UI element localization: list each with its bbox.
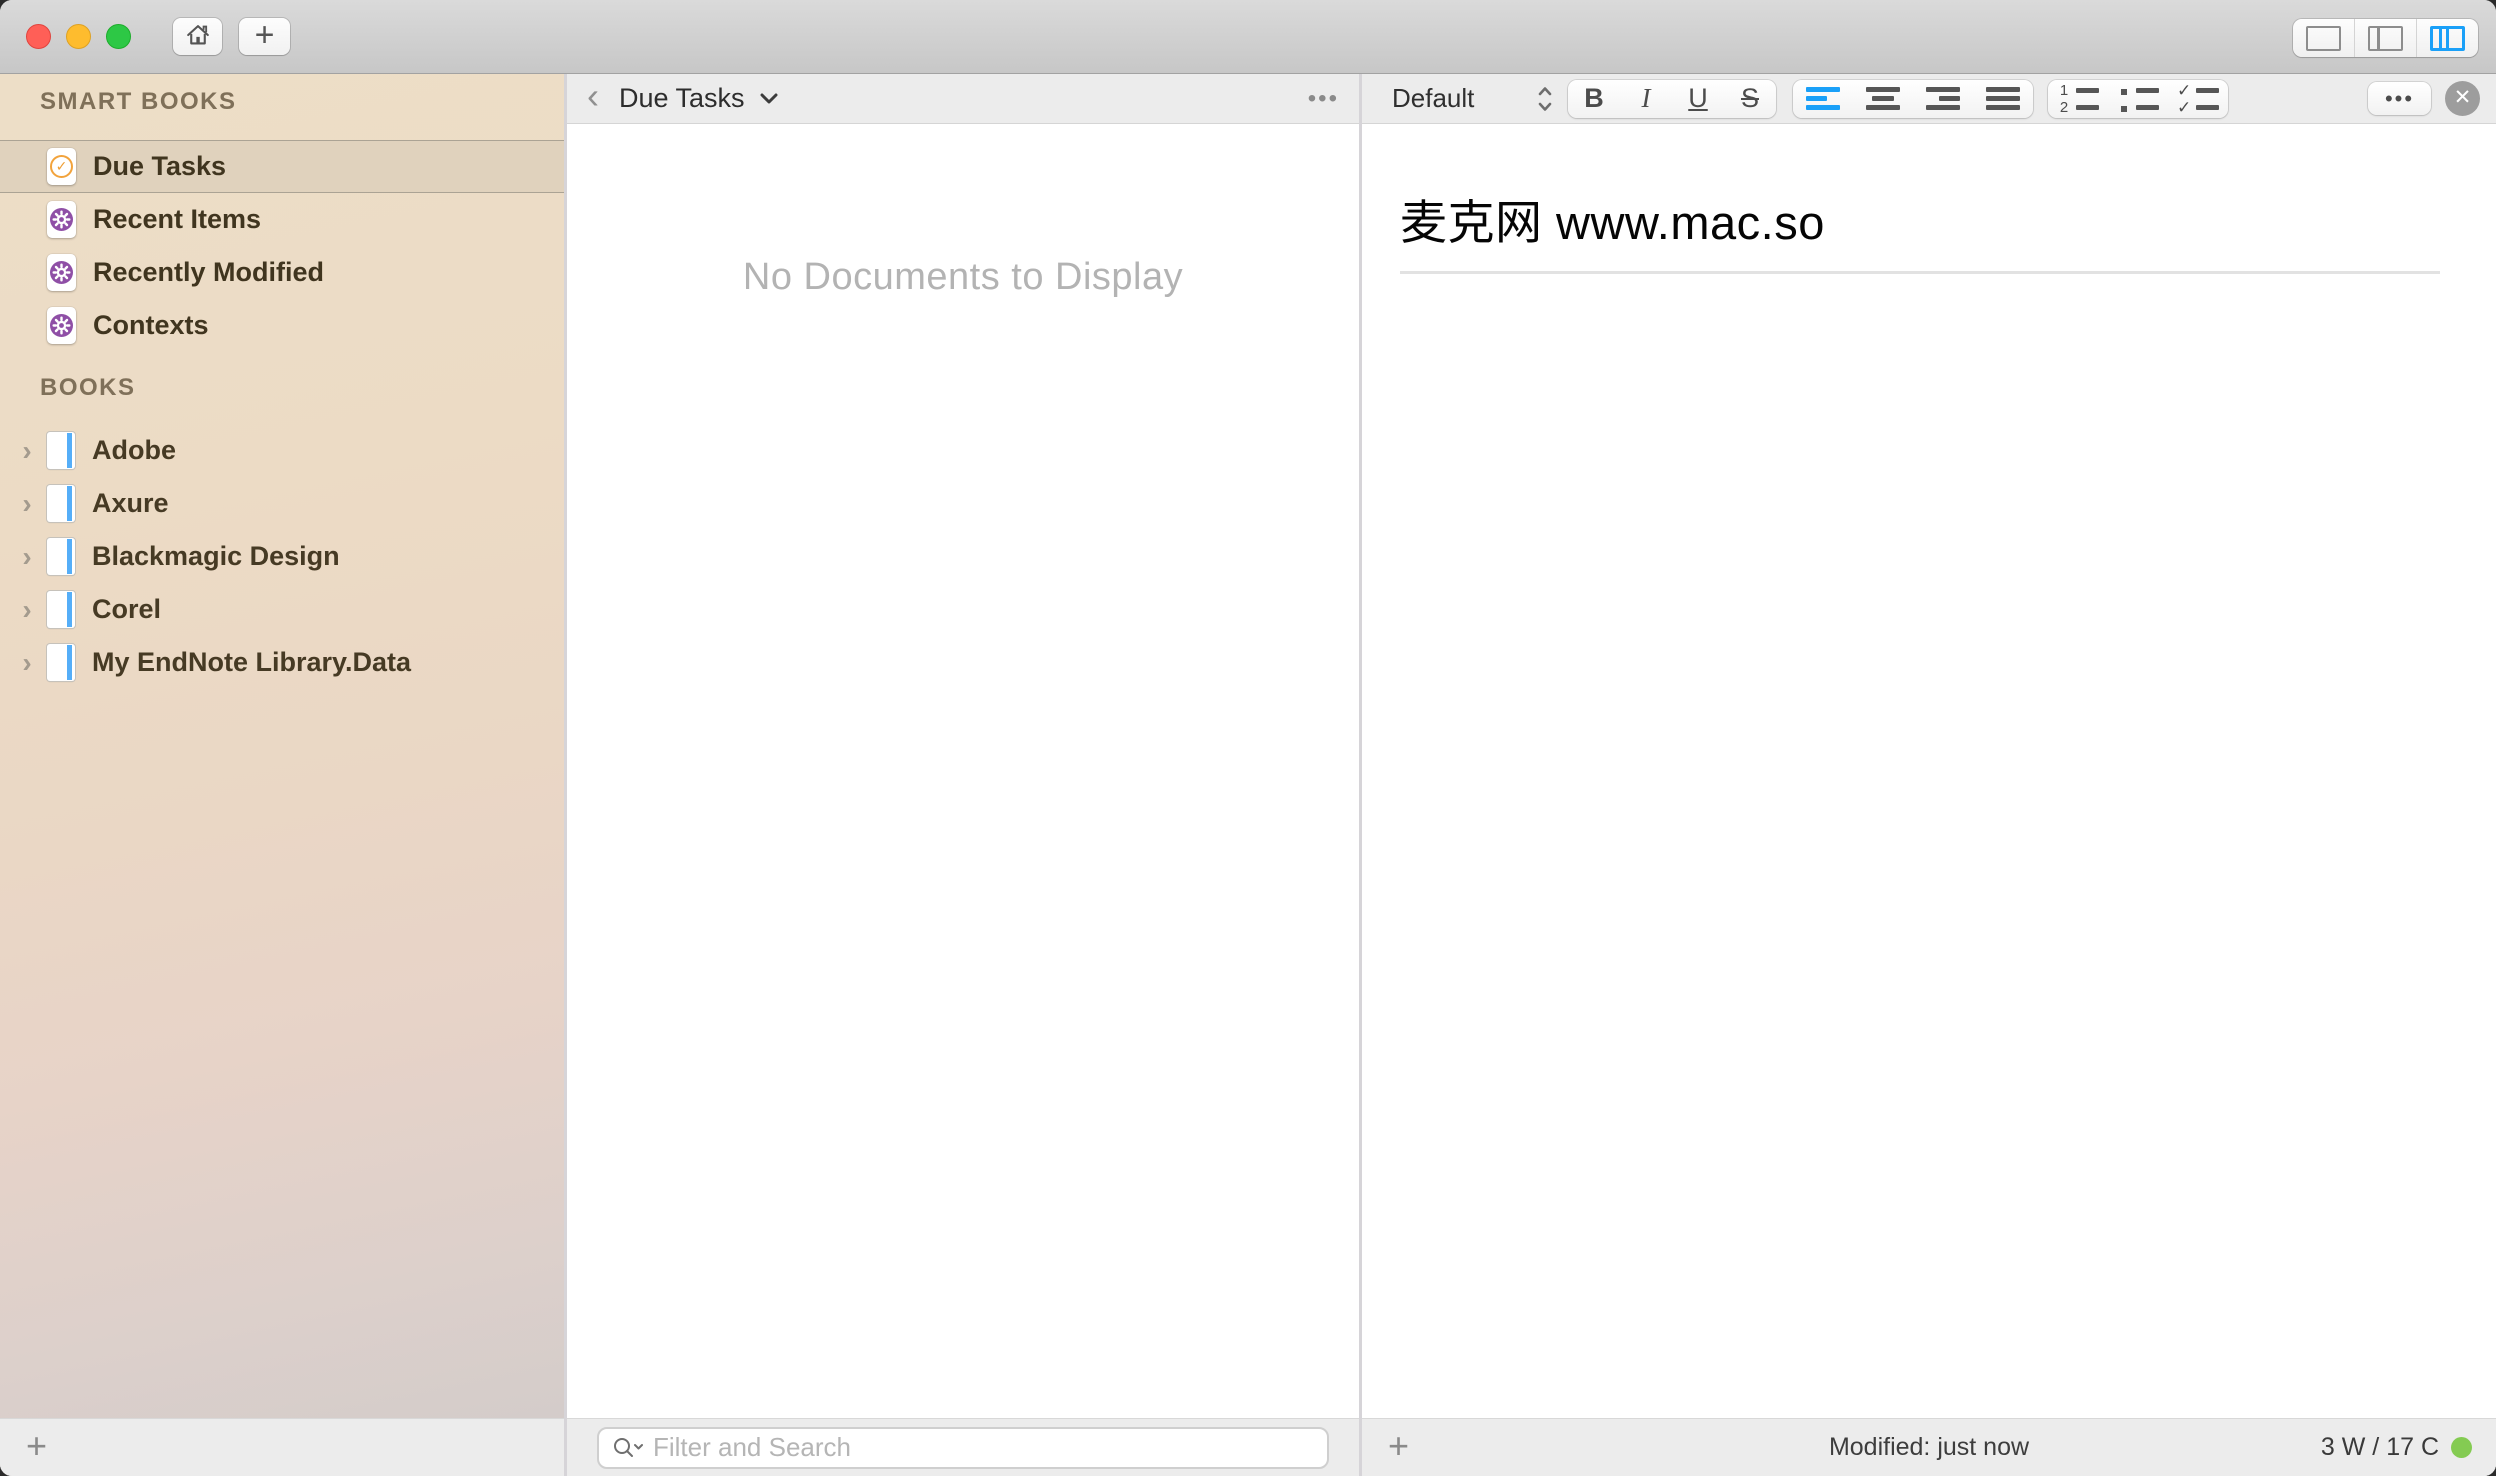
document-list-bottombar: [567, 1418, 1359, 1476]
paragraph-style-value: Default: [1392, 83, 1500, 114]
checklist-button[interactable]: ✓ ✓: [2168, 80, 2228, 118]
home-icon: [184, 21, 212, 52]
sidebar-book-axure[interactable]: › Axure: [0, 477, 564, 530]
justify-button[interactable]: [1973, 80, 2033, 118]
sidebar: SMART BOOKS ✓ Due Tasks: [0, 74, 564, 1476]
three-pane-icon: [2430, 26, 2465, 51]
note-editor[interactable]: 麦克网 www.mac.so: [1362, 124, 2496, 1418]
book-icon: [47, 485, 75, 522]
strikethrough-button[interactable]: S: [1724, 80, 1776, 118]
justify-icon: [1986, 87, 2020, 110]
view-single-pane-button[interactable]: [2293, 19, 2354, 57]
document-list-pane: ‹ Due Tasks ••• No Documents to Display: [567, 74, 1359, 1476]
align-right-icon: [1926, 87, 1960, 110]
sidebar-item-contexts[interactable]: Contexts: [0, 299, 564, 352]
align-right-button[interactable]: [1913, 80, 1973, 118]
disclosure-chevron-icon[interactable]: ›: [14, 596, 40, 624]
book-icon: [47, 591, 75, 628]
book-icon: [47, 644, 75, 681]
close-editor-button[interactable]: ✕: [2445, 81, 2480, 116]
sidebar-book-endnote-library[interactable]: › My EndNote Library.Data: [0, 636, 564, 689]
list-more-actions-button[interactable]: •••: [1308, 85, 1339, 113]
smart-book-gear-icon: [47, 307, 76, 344]
list-button-group: 1 2 ✓ ✓: [2048, 80, 2228, 118]
two-pane-icon: [2368, 26, 2403, 51]
document-list-title: Due Tasks: [619, 83, 745, 114]
sidebar-book-blackmagic-design[interactable]: › Blackmagic Design: [0, 530, 564, 583]
check-icon: ✓: [56, 158, 68, 175]
disclosure-chevron-icon[interactable]: ›: [14, 490, 40, 518]
saved-indicator: [2451, 1437, 2472, 1458]
sidebar-book-adobe[interactable]: › Adobe: [0, 424, 564, 477]
italic-button[interactable]: I: [1620, 80, 1672, 118]
home-button[interactable]: [173, 18, 222, 55]
align-left-icon: [1806, 87, 1840, 110]
disclosure-chevron-icon[interactable]: ›: [14, 649, 40, 677]
traffic-lights: [26, 24, 131, 49]
stepper-chevrons-icon: [1536, 83, 1554, 115]
add-book-button[interactable]: +: [20, 1428, 53, 1468]
smart-book-gear-icon: [47, 201, 76, 238]
bold-button[interactable]: B: [1568, 80, 1620, 118]
filter-search-field[interactable]: [597, 1427, 1329, 1469]
checklist-icon: ✓ ✓: [2177, 84, 2219, 113]
list-title-dropdown-button[interactable]: [758, 92, 780, 106]
editor-toolbar: Default B I U S: [1362, 74, 2496, 124]
minimize-window-button[interactable]: [66, 24, 91, 49]
document-list-header: ‹ Due Tasks •••: [567, 74, 1359, 124]
view-two-pane-button[interactable]: [2354, 19, 2416, 57]
due-tasks-icon: ✓: [47, 148, 76, 185]
note-title[interactable]: 麦克网 www.mac.so: [1400, 184, 2440, 274]
close-icon: ✕: [2454, 85, 2472, 110]
smart-books-header: SMART BOOKS: [40, 88, 564, 116]
empty-list-message: No Documents to Display: [567, 256, 1359, 299]
bulleted-list-button[interactable]: [2108, 80, 2168, 118]
word-count: 3 W / 17 C: [2321, 1433, 2439, 1462]
format-button-group: B I U S: [1568, 80, 1776, 118]
single-pane-icon: [2306, 26, 2341, 51]
sidebar-item-recent-items[interactable]: Recent Items: [0, 193, 564, 246]
disclosure-chevron-icon[interactable]: ›: [14, 543, 40, 571]
document-list-content: No Documents to Display: [567, 124, 1359, 1418]
align-left-button[interactable]: [1793, 80, 1853, 118]
book-icon: [47, 538, 75, 575]
underline-button[interactable]: U: [1672, 80, 1724, 118]
pane-view-switcher: [2293, 19, 2478, 57]
editor-more-actions-button[interactable]: •••: [2368, 82, 2431, 115]
sidebar-bottombar: +: [0, 1418, 564, 1476]
back-button[interactable]: ‹: [587, 78, 599, 120]
sidebar-item-due-tasks[interactable]: ✓ Due Tasks: [0, 140, 564, 193]
titlebar: +: [0, 0, 2496, 74]
editor-statusbar: + Modified: just now 3 W / 17 C: [1362, 1418, 2496, 1476]
sidebar-book-corel[interactable]: › Corel: [0, 583, 564, 636]
plus-icon: +: [255, 16, 275, 55]
search-icon: [611, 1435, 645, 1461]
app-window: + SMART BOOKS ✓: [0, 0, 2496, 1476]
editor-pane: Default B I U S: [1362, 74, 2496, 1476]
view-three-pane-button[interactable]: [2416, 19, 2478, 57]
bulleted-list-icon: [2117, 84, 2159, 113]
paragraph-style-popup[interactable]: Default: [1392, 83, 1554, 115]
numbered-list-icon: 1 2: [2057, 84, 2099, 113]
books-header: BOOKS: [40, 374, 564, 402]
smart-book-gear-icon: [47, 254, 76, 291]
close-window-button[interactable]: [26, 24, 51, 49]
disclosure-chevron-icon[interactable]: ›: [14, 437, 40, 465]
numbered-list-button[interactable]: 1 2: [2048, 80, 2108, 118]
book-icon: [47, 432, 75, 469]
new-book-button[interactable]: +: [239, 18, 290, 55]
align-center-icon: [1866, 87, 1900, 110]
align-center-button[interactable]: [1853, 80, 1913, 118]
search-input[interactable]: [653, 1432, 1317, 1463]
chevron-down-icon: [758, 92, 780, 106]
zoom-window-button[interactable]: [106, 24, 131, 49]
alignment-button-group: [1793, 80, 2033, 118]
sidebar-item-recently-modified[interactable]: Recently Modified: [0, 246, 564, 299]
